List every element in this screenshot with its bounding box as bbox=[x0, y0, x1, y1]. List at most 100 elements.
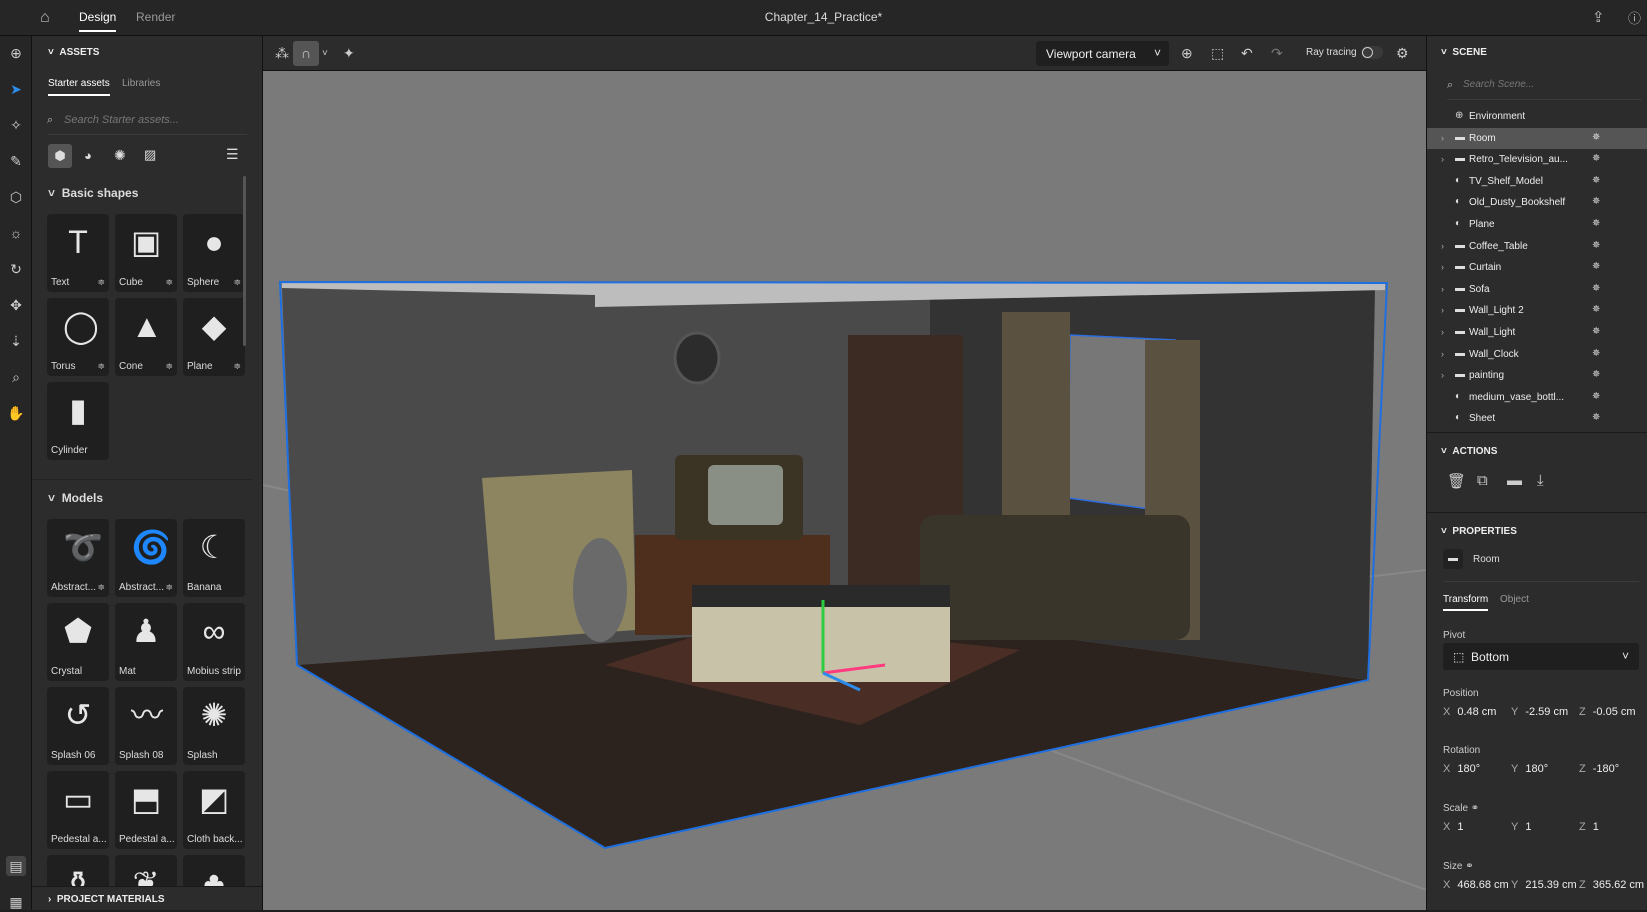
asset-card[interactable]: ∞ Mobius strip bbox=[183, 603, 245, 681]
rotation-x-field[interactable]: X 180° bbox=[1443, 763, 1480, 775]
camera-frame-icon[interactable]: ⬚ bbox=[1211, 45, 1224, 62]
position-y-field[interactable]: Y -2.59 cm bbox=[1511, 706, 1568, 718]
select-tool-icon[interactable]: ➤ bbox=[6, 79, 26, 99]
scene-item[interactable]: ◐ Sheet ✵ bbox=[1427, 408, 1647, 430]
visibility-icon[interactable]: ✵ bbox=[1592, 153, 1600, 164]
group-folder-icon[interactable]: ▬ bbox=[1507, 472, 1522, 489]
tab-libraries[interactable]: Libraries bbox=[122, 78, 160, 89]
help-icon[interactable]: ⓘ bbox=[1628, 8, 1641, 27]
position-y-value[interactable]: -2.59 cm bbox=[1525, 706, 1568, 718]
project-materials-section[interactable]: › PROJECT MATERIALS bbox=[32, 886, 262, 910]
rotation-y-field[interactable]: Y 180° bbox=[1511, 763, 1548, 775]
visibility-icon[interactable]: ✵ bbox=[1592, 261, 1600, 272]
ray-tracing-toggle[interactable] bbox=[1361, 46, 1383, 59]
properties-header[interactable]: ˅ PROPERTIES bbox=[1441, 526, 1517, 537]
size-y-field[interactable]: Y 215.39 cm bbox=[1511, 879, 1577, 891]
chevron-right-icon[interactable]: › bbox=[1441, 370, 1444, 380]
asset-card[interactable]: ☾ Banana bbox=[183, 519, 245, 597]
rotation-y-value[interactable]: 180° bbox=[1525, 763, 1548, 775]
orbit-icon[interactable]: ↻ bbox=[6, 259, 26, 279]
actions-header[interactable]: ˅ ACTIONS bbox=[1441, 446, 1497, 457]
options-icon[interactable]: ≑ bbox=[97, 361, 105, 372]
tab-starter-assets[interactable]: Starter assets bbox=[48, 78, 110, 96]
asset-card[interactable]: T Text ≑ bbox=[47, 214, 109, 292]
scene-item[interactable]: › ▬ Wall_Clock ✵ bbox=[1427, 344, 1647, 366]
scale-y-value[interactable]: 1 bbox=[1525, 821, 1531, 833]
scene-item[interactable]: ◐ Old_Dusty_Bookshelf ✵ bbox=[1427, 192, 1647, 214]
options-icon[interactable]: ≑ bbox=[97, 582, 105, 593]
3d-scene[interactable] bbox=[263, 36, 1426, 910]
scene-header[interactable]: ˅ SCENE bbox=[1441, 47, 1487, 58]
drop-to-ground-icon[interactable]: ⤓ bbox=[1537, 472, 1544, 489]
visibility-icon[interactable]: ✵ bbox=[1592, 412, 1600, 423]
scene-item[interactable]: › ▬ Sofa ✵ bbox=[1427, 279, 1647, 301]
asset-card[interactable]: ▮ Cylinder bbox=[47, 382, 109, 460]
visibility-icon[interactable]: ✵ bbox=[1592, 391, 1600, 402]
scene-item[interactable]: › ▬ Wall_Light 2 ✵ bbox=[1427, 300, 1647, 322]
chevron-right-icon[interactable]: › bbox=[1441, 154, 1444, 164]
add-camera-icon[interactable]: ⊕ bbox=[1181, 45, 1193, 62]
scale-z-field[interactable]: Z1 bbox=[1579, 821, 1599, 833]
chevron-right-icon[interactable]: › bbox=[1441, 284, 1444, 294]
options-icon[interactable]: ≑ bbox=[233, 361, 241, 372]
rotation-z-value[interactable]: -180° bbox=[1593, 763, 1619, 775]
assets-scrollbar[interactable] bbox=[243, 176, 246, 346]
dolly-icon[interactable]: ⇣ bbox=[6, 331, 26, 351]
snap-magnet-icon[interactable]: ∩ bbox=[293, 41, 319, 66]
scale-x-field[interactable]: X1 bbox=[1443, 821, 1463, 833]
chevron-right-icon[interactable]: › bbox=[1441, 327, 1444, 337]
asset-card[interactable]: ⬟ Crystal bbox=[47, 603, 109, 681]
scene-item[interactable]: › ▬ painting ✵ bbox=[1427, 365, 1647, 387]
delete-icon[interactable]: 🗑 bbox=[1447, 472, 1466, 490]
scene-item[interactable]: › ▬ Curtain ✵ bbox=[1427, 257, 1647, 279]
visibility-icon[interactable]: ✵ bbox=[1592, 132, 1600, 143]
models-header[interactable]: ˅ Models bbox=[48, 491, 103, 505]
asset-card[interactable]: ▣ Cube ≑ bbox=[115, 214, 177, 292]
visibility-icon[interactable]: ✵ bbox=[1592, 175, 1600, 186]
zoom-icon[interactable]: ⌕ bbox=[6, 367, 26, 387]
position-x-field[interactable]: X 0.48 cm bbox=[1443, 706, 1496, 718]
object-icon[interactable]: ⬡ bbox=[6, 187, 26, 207]
scene-item[interactable]: ◐ TV_Shelf_Model ✵ bbox=[1427, 171, 1647, 193]
position-z-value[interactable]: -0.05 cm bbox=[1593, 706, 1636, 718]
options-icon[interactable]: ≑ bbox=[165, 361, 173, 372]
size-y-value[interactable]: 215.39 cm bbox=[1525, 879, 1576, 891]
visibility-icon[interactable]: ✵ bbox=[1592, 304, 1600, 315]
size-x-value[interactable]: 468.68 cm bbox=[1457, 879, 1508, 891]
rotation-z-field[interactable]: Z -180° bbox=[1579, 763, 1619, 775]
cube-icon[interactable]: ⬢ bbox=[48, 144, 72, 168]
eyedropper-icon[interactable]: ✎ bbox=[6, 151, 26, 171]
asset-card[interactable]: ✺ Splash bbox=[183, 687, 245, 765]
scale-z-value[interactable]: 1 bbox=[1593, 821, 1599, 833]
visibility-icon[interactable]: ✵ bbox=[1592, 348, 1600, 359]
position-z-field[interactable]: Z -0.05 cm bbox=[1579, 706, 1636, 718]
options-icon[interactable]: ≑ bbox=[233, 277, 241, 288]
tab-transform[interactable]: Transform bbox=[1443, 594, 1489, 611]
rotation-x-value[interactable]: 180° bbox=[1457, 763, 1480, 775]
light-tool-icon[interactable]: ☼ bbox=[6, 223, 26, 243]
chevron-down-icon[interactable]: ˅ bbox=[322, 48, 328, 59]
assets-header[interactable]: ˅ ASSETS bbox=[48, 47, 99, 58]
link-icon[interactable]: ⚭ bbox=[1465, 861, 1473, 872]
position-x-value[interactable]: 0.48 cm bbox=[1457, 706, 1496, 718]
scene-item[interactable]: › ▬ Coffee_Table ✵ bbox=[1427, 236, 1647, 258]
light-icon[interactable]: ✺ bbox=[114, 147, 126, 164]
visibility-icon[interactable]: ✵ bbox=[1592, 196, 1600, 207]
asset-card[interactable]: ● Sphere ≑ bbox=[183, 214, 245, 292]
duplicate-icon[interactable]: ⧉ bbox=[1477, 472, 1488, 489]
material-sphere-icon[interactable]: ◕ bbox=[84, 148, 92, 163]
assets-search-input[interactable]: Search Starter assets... bbox=[64, 114, 179, 126]
asset-card[interactable]: ➰ Abstract... ≑ bbox=[47, 519, 109, 597]
visibility-icon[interactable]: ✵ bbox=[1592, 218, 1600, 229]
toolbox-icon[interactable]: ▦ bbox=[6, 892, 26, 912]
options-icon[interactable]: ≑ bbox=[165, 277, 173, 288]
asset-card[interactable]: ♟ Mat bbox=[115, 603, 177, 681]
list-view-icon[interactable]: ☰ bbox=[226, 146, 239, 163]
scale-y-field[interactable]: Y1 bbox=[1511, 821, 1531, 833]
pan-move-icon[interactable]: ✥ bbox=[6, 295, 26, 315]
options-icon[interactable]: ≑ bbox=[165, 582, 173, 593]
scene-search-input[interactable]: Search Scene... bbox=[1463, 79, 1534, 90]
visibility-icon[interactable]: ✵ bbox=[1592, 283, 1600, 294]
chevron-right-icon[interactable]: › bbox=[1441, 241, 1444, 251]
drop-to-ground-icon[interactable]: ✦ bbox=[343, 45, 355, 62]
